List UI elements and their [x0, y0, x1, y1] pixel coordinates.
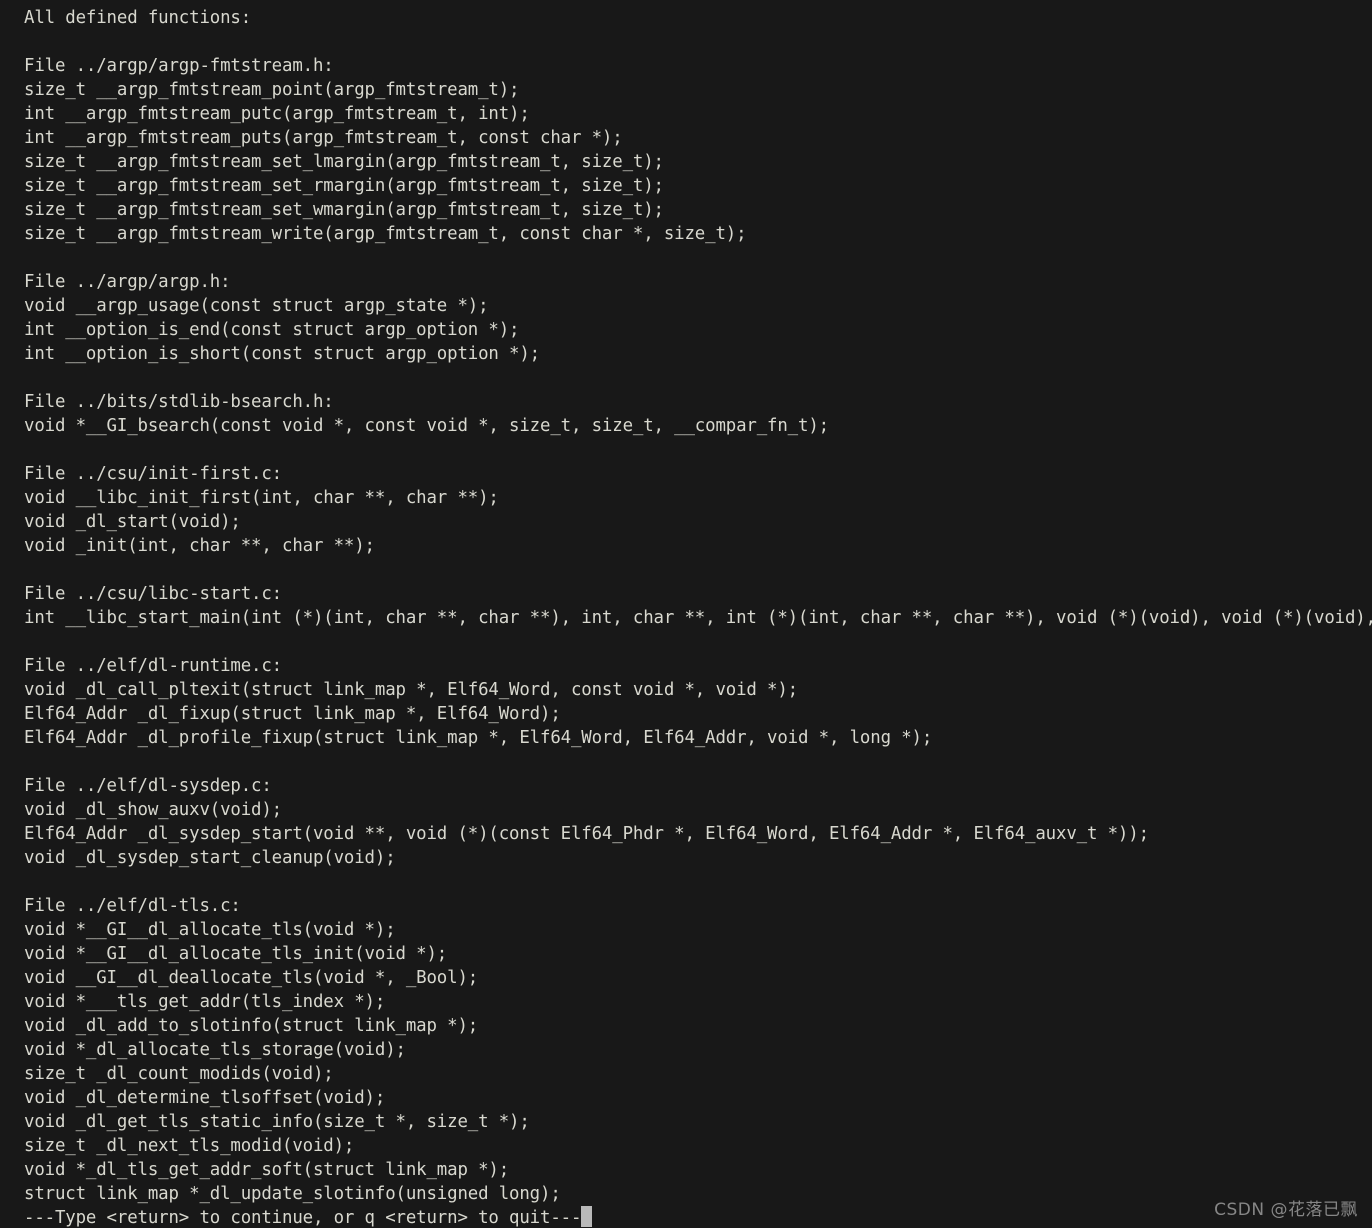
terminal-line: size_t __argp_fmtstream_set_lmargin(argp… — [24, 152, 664, 172]
terminal-line: Elf64_Addr _dl_profile_fixup(struct link… — [24, 728, 933, 748]
terminal-line: void *__GI__dl_allocate_tls(void *); — [24, 920, 396, 940]
pager-prompt-text: ---Type <return> to continue, or q <retu… — [24, 1208, 582, 1228]
terminal-line: File ../elf/dl-tls.c: — [24, 896, 241, 916]
terminal-line: File ../csu/libc-start.c: — [24, 584, 283, 604]
terminal-line: int __argp_fmtstream_puts(argp_fmtstream… — [24, 128, 623, 148]
terminal-lines: All defined functions: File ../argp/argp-… — [24, 6, 1372, 1206]
terminal-line: void _dl_show_auxv(void); — [24, 800, 283, 820]
terminal-line: size_t __argp_fmtstream_set_rmargin(argp… — [24, 176, 664, 196]
terminal-line: Elf64_Addr _dl_sysdep_start(void **, voi… — [24, 824, 1149, 844]
terminal-line: File ../csu/init-first.c: — [24, 464, 283, 484]
terminal-line: void *___tls_get_addr(tls_index *); — [24, 992, 386, 1012]
terminal-line: int __argp_fmtstream_putc(argp_fmtstream… — [24, 104, 530, 124]
terminal-line: File ../bits/stdlib-bsearch.h: — [24, 392, 334, 412]
terminal-line: All defined functions: — [24, 8, 252, 28]
terminal-line: void __GI__dl_deallocate_tls(void *, _Bo… — [24, 968, 479, 988]
terminal-line: void _dl_get_tls_static_info(size_t *, s… — [24, 1112, 530, 1132]
terminal-line: int __libc_start_main(int (*)(int, char … — [24, 608, 1372, 628]
terminal-line: void _dl_start(void); — [24, 512, 241, 532]
terminal-line: void _init(int, char **, char **); — [24, 536, 375, 556]
terminal-line: void *_dl_tls_get_addr_soft(struct link_… — [24, 1160, 510, 1180]
terminal-line: size_t _dl_count_modids(void); — [24, 1064, 334, 1084]
terminal-line: File ../argp/argp.h: — [24, 272, 231, 292]
terminal-line: Elf64_Addr _dl_fixup(struct link_map *, … — [24, 704, 561, 724]
terminal-line: void *__GI_bsearch(const void *, const v… — [24, 416, 829, 436]
terminal-line: void *__GI__dl_allocate_tls_init(void *)… — [24, 944, 448, 964]
terminal-line: void __argp_usage(const struct argp_stat… — [24, 296, 489, 316]
terminal-line: void *_dl_allocate_tls_storage(void); — [24, 1040, 406, 1060]
text-cursor — [581, 1206, 593, 1227]
terminal-line: struct link_map *_dl_update_slotinfo(uns… — [24, 1184, 561, 1204]
terminal-line: File ../elf/dl-runtime.c: — [24, 656, 283, 676]
terminal-line: size_t __argp_fmtstream_set_wmargin(argp… — [24, 200, 664, 220]
terminal-line: void _dl_call_pltexit(struct link_map *,… — [24, 680, 799, 700]
terminal-line: size_t _dl_next_tls_modid(void); — [24, 1136, 355, 1156]
terminal-line: int __option_is_end(const struct argp_op… — [24, 320, 520, 340]
terminal-line: void _dl_sysdep_start_cleanup(void); — [24, 848, 396, 868]
terminal-line: File ../argp/argp-fmtstream.h: — [24, 56, 334, 76]
pager-prompt-line: ---Type <return> to continue, or q <retu… — [24, 1206, 1372, 1228]
terminal-line: File ../elf/dl-sysdep.c: — [24, 776, 272, 796]
terminal-line: void _dl_add_to_slotinfo(struct link_map… — [24, 1016, 479, 1036]
terminal-output-pane[interactable]: All defined functions: File ../argp/argp-… — [0, 0, 1372, 1228]
terminal-line: int __option_is_short(const struct argp_… — [24, 344, 541, 364]
terminal-line: size_t __argp_fmtstream_point(argp_fmtst… — [24, 80, 520, 100]
terminal-line: void __libc_init_first(int, char **, cha… — [24, 488, 499, 508]
terminal-line: size_t __argp_fmtstream_write(argp_fmtst… — [24, 224, 747, 244]
terminal-line: void _dl_determine_tlsoffset(void); — [24, 1088, 386, 1108]
